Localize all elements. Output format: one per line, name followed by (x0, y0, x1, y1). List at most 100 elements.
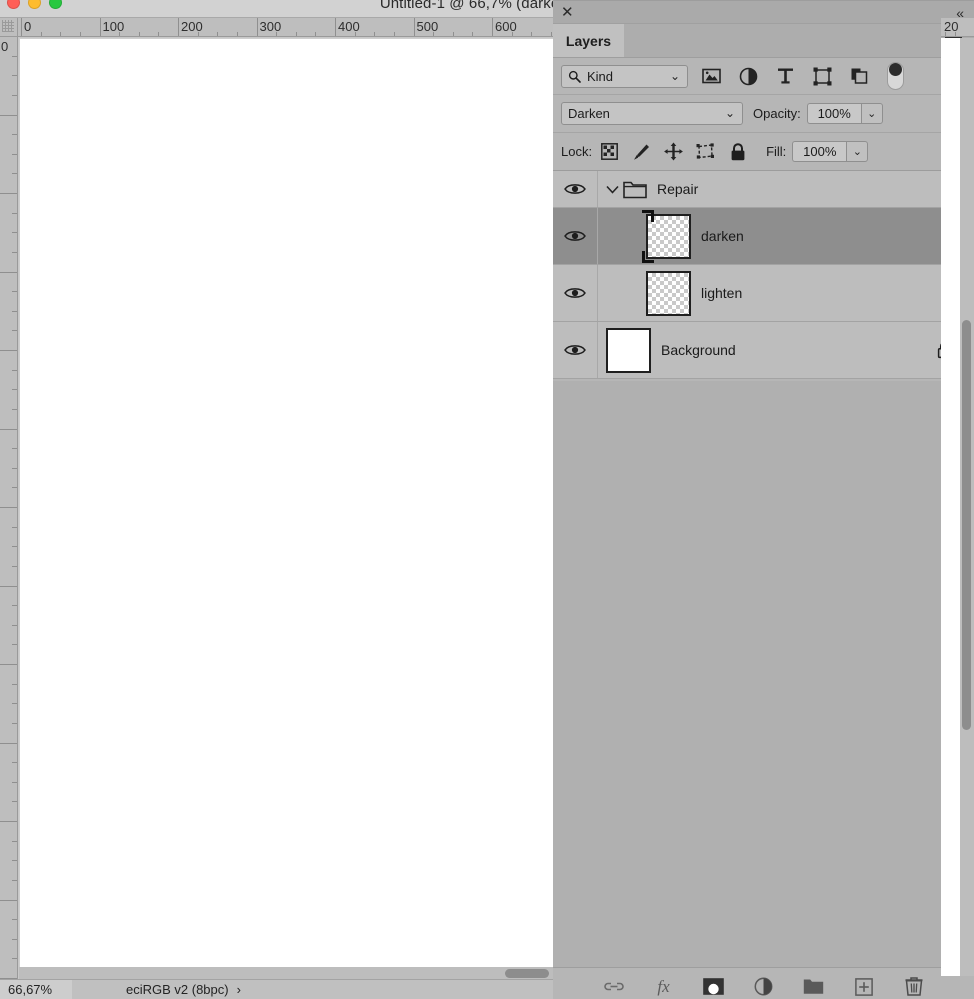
canvas-right-strip (941, 38, 960, 976)
link-layers-icon[interactable] (603, 976, 625, 998)
layer-thumbnail[interactable] (646, 270, 691, 316)
ruler-tick-minor (12, 762, 17, 764)
tab-layers[interactable]: Layers (553, 24, 624, 57)
layer-thumbnail[interactable] (642, 209, 691, 263)
ruler-tick-minor (393, 32, 395, 36)
add-layer-mask-icon[interactable] (703, 976, 725, 998)
ruler-tick (955, 32, 956, 36)
ruler-tick-minor (79, 32, 81, 36)
layer-row-content[interactable]: Repair (598, 171, 974, 207)
filter-smart-objects-icon[interactable] (848, 65, 870, 87)
ruler-tick-minor (12, 801, 17, 803)
layer-row-lighten[interactable]: lighten (553, 265, 974, 322)
panel-drag-bar[interactable]: ✕ « (553, 0, 974, 24)
ruler-tick-minor (12, 683, 17, 685)
zoom-level-field[interactable]: 66,67% (0, 979, 72, 999)
visibility-toggle[interactable] (553, 171, 598, 207)
layer-row-background[interactable]: Background (553, 322, 974, 379)
ruler-tick-minor (12, 448, 17, 450)
layer-row-content[interactable]: darken (598, 208, 974, 264)
ruler-tick-minor (12, 624, 17, 626)
lock-all-icon[interactable] (727, 141, 748, 162)
filter-enable-toggle[interactable] (887, 62, 904, 90)
opacity-label: Opacity: (753, 106, 801, 121)
filter-shape-layers-icon[interactable] (811, 65, 833, 87)
new-adjustment-layer-icon[interactable] (753, 976, 775, 998)
ruler-tick-major (492, 18, 493, 36)
ruler-tick-major (0, 271, 17, 273)
ruler-tick-minor (12, 55, 17, 57)
photoshop-window: Untitled-1 @ 66,7% (darken, ...) 0 100 200… (0, 0, 974, 999)
ruler-tick-minor (531, 32, 533, 36)
lock-transparent-pixels-icon[interactable] (599, 141, 620, 162)
ruler-label: 300 (259, 19, 282, 34)
layer-name: darken (701, 228, 744, 244)
delete-layer-icon[interactable] (903, 976, 925, 998)
fill-input[interactable]: 100% (792, 141, 847, 162)
visibility-toggle[interactable] (553, 322, 598, 378)
ruler-tick-minor (12, 310, 17, 312)
ruler-tick-major (0, 664, 17, 665)
filter-kind-dropdown[interactable]: Kind ⌄ (561, 64, 688, 88)
status-expand-chevron-icon[interactable]: › (237, 980, 241, 999)
layer-thumbnail[interactable] (606, 327, 651, 373)
new-layer-icon[interactable] (853, 976, 875, 998)
ruler-tick-minor (12, 703, 17, 705)
blend-mode-row: Darken ⌄ Opacity: 100% ⌄ (553, 95, 974, 133)
layer-row-content[interactable]: lighten (598, 265, 974, 321)
layer-filter-row: Kind ⌄ (553, 58, 974, 95)
eye-icon (564, 184, 586, 194)
vertical-scrollbar-right[interactable] (960, 38, 974, 976)
layer-list-empty-area[interactable] (553, 381, 974, 956)
lock-position-icon[interactable] (663, 141, 684, 162)
ruler-tick-minor (12, 94, 17, 96)
lock-image-pixels-icon[interactable] (631, 141, 652, 162)
ruler-tick-major (413, 18, 415, 36)
ruler-tick-minor (217, 32, 219, 36)
ruler-label: 600 (495, 19, 517, 34)
layer-effects-fx-icon[interactable]: fx (653, 976, 675, 998)
layer-name: Background (661, 342, 736, 358)
tab-row-filler (624, 24, 974, 57)
ruler-label: 500 (416, 19, 439, 34)
ruler-tick (945, 32, 946, 36)
filter-type-layers-icon[interactable] (774, 65, 796, 87)
ruler-tick-minor (12, 840, 17, 842)
ruler-origin-corner[interactable] (0, 18, 18, 37)
chevron-down-icon[interactable] (606, 185, 619, 194)
layer-row-repair[interactable]: Repair (553, 171, 974, 208)
visibility-toggle[interactable] (553, 265, 598, 321)
ruler-label: 100 (102, 19, 125, 34)
layers-panel-toolbar: fx (553, 967, 974, 999)
ruler-tick-minor (295, 32, 297, 36)
ruler-tick-major (0, 585, 17, 587)
layer-row-content[interactable]: Background (598, 322, 974, 378)
horizontal-scrollbar-thumb[interactable] (505, 969, 549, 978)
opacity-input[interactable]: 100% (806, 103, 861, 124)
close-icon[interactable]: ✕ (561, 4, 574, 22)
fill-chevron-down-icon[interactable]: ⌄ (846, 141, 869, 162)
layer-row-darken[interactable]: darken (553, 208, 974, 265)
ruler-tick-major (256, 18, 258, 36)
eye-icon (564, 288, 586, 298)
ruler-tick-minor (158, 32, 160, 36)
blend-mode-dropdown[interactable]: Darken ⌄ (561, 102, 743, 125)
visibility-toggle[interactable] (553, 208, 598, 264)
filter-pixel-layers-icon[interactable] (700, 65, 722, 87)
layers-panel: ✕ « Layers Kind ⌄ Darken ⌄ Opacity: 100%… (553, 0, 974, 999)
ruler-tick-minor (374, 32, 376, 36)
ruler-tick-major (335, 18, 336, 36)
opacity-chevron-down-icon[interactable]: ⌄ (860, 103, 883, 124)
ruler-tick-minor (472, 32, 474, 36)
lock-nesting-icon[interactable] (695, 141, 716, 162)
lock-icons (599, 141, 748, 162)
ruler-tick-major (0, 507, 17, 508)
new-group-icon[interactable] (803, 976, 825, 998)
filter-adjustment-layers-icon[interactable] (737, 65, 759, 87)
ruler-tick-minor (12, 781, 17, 783)
ruler-tick-minor (40, 32, 42, 36)
ruler-tick-minor (12, 722, 17, 724)
vertical-ruler[interactable]: 0 (0, 37, 18, 999)
ruler-tick-minor (12, 487, 17, 489)
vertical-scrollbar-thumb[interactable] (962, 320, 971, 730)
